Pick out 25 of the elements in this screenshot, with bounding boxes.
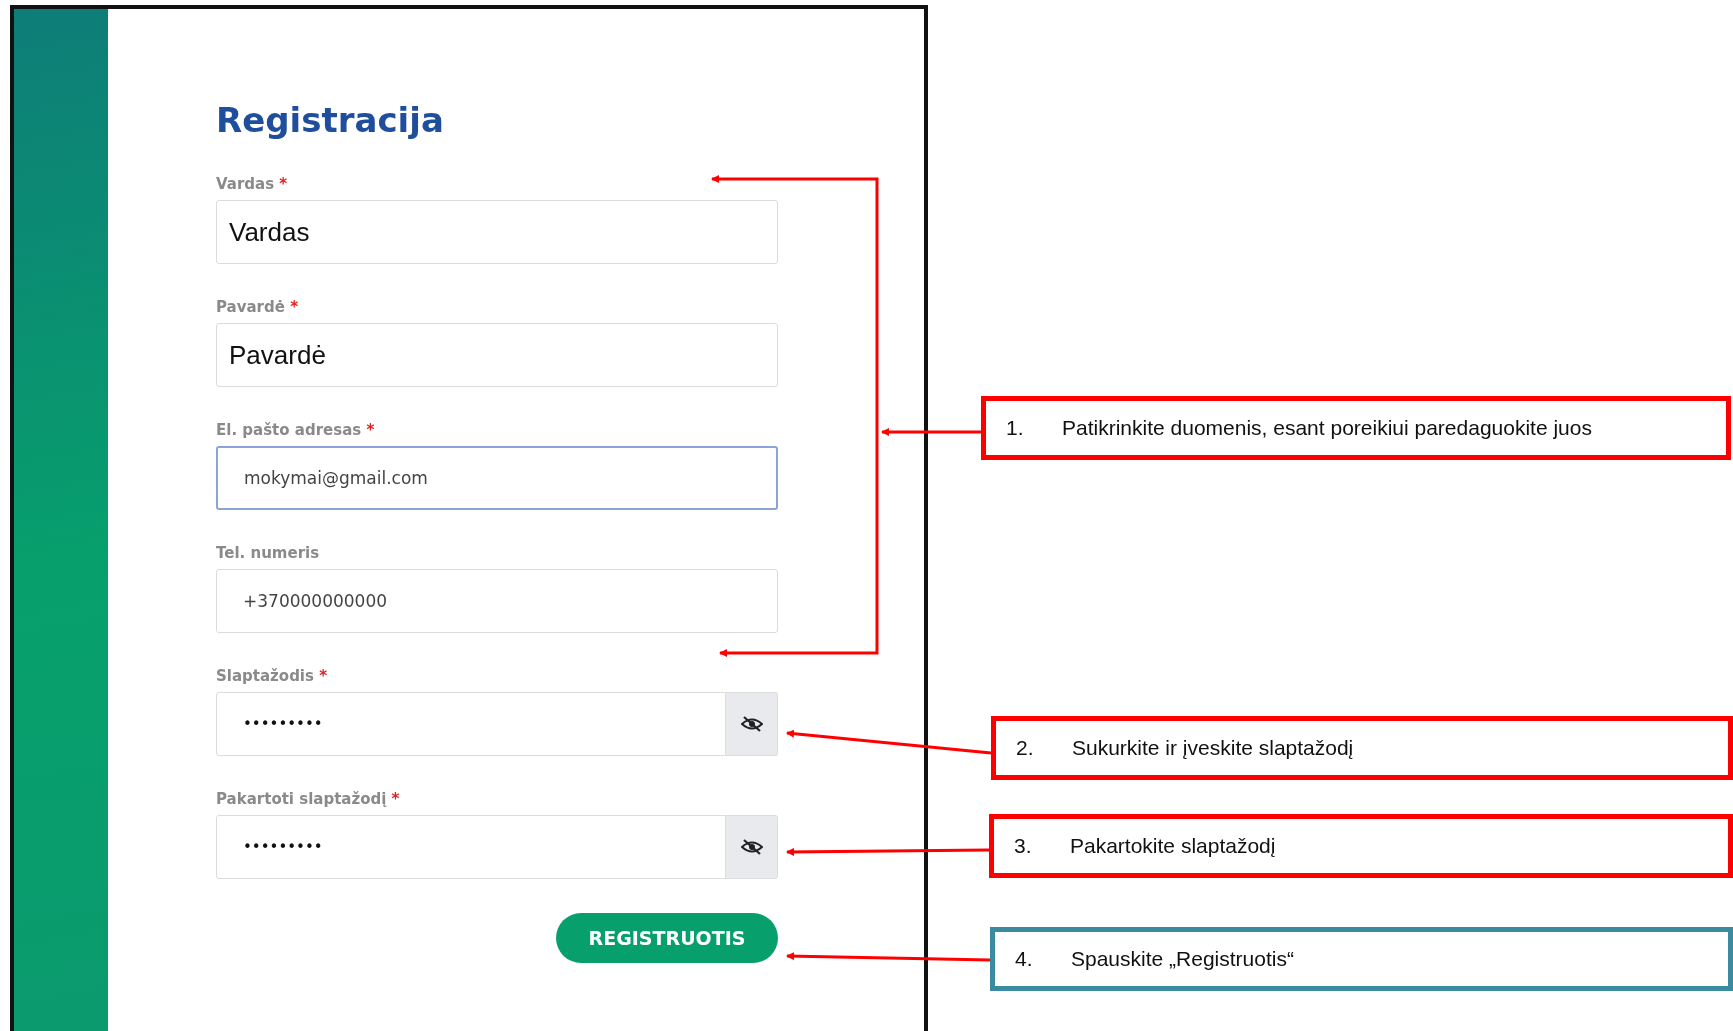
callout-text: Spauskite „Registruotis“	[1071, 947, 1294, 971]
field-label: Pakartoti slaptažodį *	[216, 790, 401, 808]
callout-number: 1.	[1006, 416, 1025, 440]
input-field[interactable]: mokymai@gmail.com	[216, 446, 778, 510]
callout-text: Sukurkite ir įveskite slaptažodį	[1072, 736, 1354, 760]
password-field[interactable]: •••••••••	[216, 692, 726, 756]
password-field[interactable]: •••••••••	[216, 815, 726, 879]
callout-text: Patikrinkite duomenis, esant poreikiui paredaguokite juos	[1062, 416, 1592, 440]
input-field[interactable]: Vardas	[216, 200, 778, 264]
callout-number: 4.	[1015, 947, 1034, 971]
field-label: El. pašto adresas *	[216, 421, 376, 439]
field-label: Slaptažodis *	[216, 667, 329, 685]
input-field[interactable]: +370000000000	[216, 569, 778, 633]
callout-number: 2.	[1016, 736, 1035, 760]
field-label: Vardas *	[216, 175, 289, 193]
eye-slash-icon	[740, 838, 763, 856]
callout-number: 3.	[1014, 834, 1033, 858]
eye-slash-icon	[740, 715, 763, 733]
hide-password-button[interactable]	[726, 692, 778, 756]
hide-password-button[interactable]	[726, 815, 778, 879]
form-title: Registracija	[216, 99, 445, 142]
input-field[interactable]: Pavardė	[216, 323, 778, 387]
field-label: Pavardė *	[216, 298, 299, 316]
callout-text: Pakartokite slaptažodį	[1070, 834, 1276, 858]
field-label: Tel. numeris	[216, 544, 321, 562]
